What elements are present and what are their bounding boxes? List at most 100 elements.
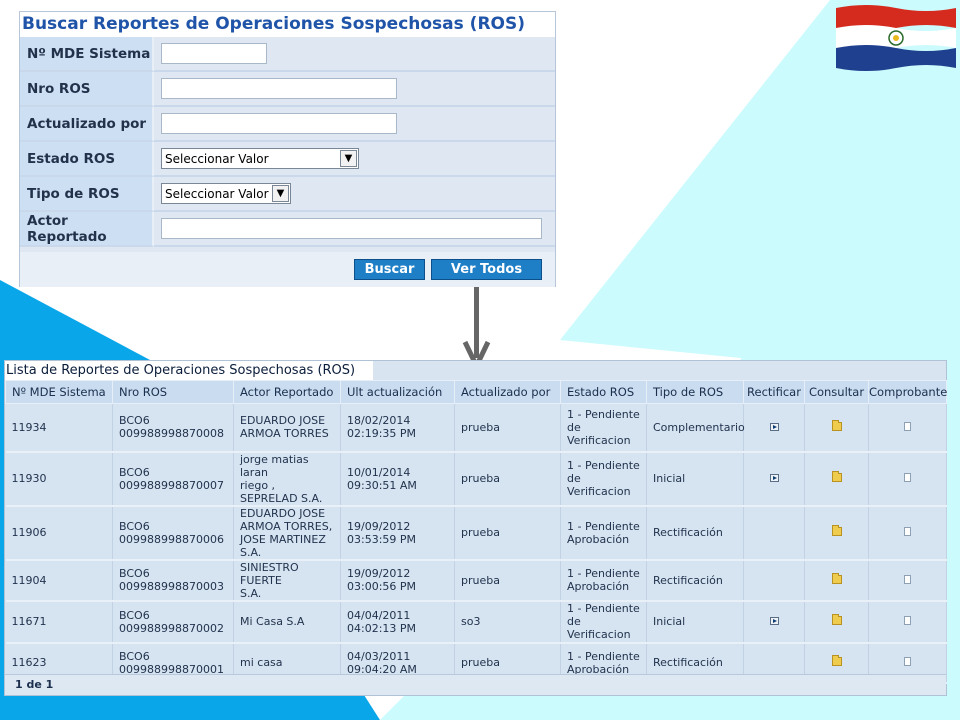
column-header[interactable]: Nro ROS [112, 380, 234, 404]
updated-by-cell-text: prueba [461, 656, 500, 669]
mde-cell-text: 11934 [11, 420, 47, 434]
updated-cell: 10/01/2014 09:30:51 AM [340, 451, 455, 507]
arrow-down-icon [462, 278, 491, 370]
actor-cell: Mi Casa S.A [233, 600, 341, 644]
column-header[interactable]: Nº MDE Sistema [5, 380, 113, 404]
tipo-cell-text: Inicial [653, 472, 686, 485]
updated-cell: 04/04/2011 04:02:13 PM [340, 600, 455, 644]
estado-cell: 1 - Pendiente de Verificacion [560, 600, 647, 644]
document-icon[interactable] [904, 657, 911, 666]
estado-label: Estado ROS [20, 142, 154, 177]
folder-icon[interactable] [831, 614, 842, 625]
column-header: Comprobante [868, 380, 947, 404]
mde-input[interactable] [161, 43, 267, 65]
nro-ros-cell-line: BCO6 [119, 649, 150, 663]
table-header: Nº MDE Sistema Nro ROS Actor Reportado U… [5, 380, 947, 404]
estado-cell: 1 - Pendiente de Verificacion [560, 403, 647, 453]
updated-cell: 19/09/2012 03:00:56 PM [340, 559, 455, 602]
actor-cell-line: S.A. [240, 586, 262, 600]
mde-cell: 11671 [5, 600, 113, 644]
results-panel: Lista de Reportes de Operaciones Sospech… [4, 360, 947, 696]
nro-ros-cell-line: 009988998870008 [119, 427, 224, 441]
folder-icon[interactable] [831, 572, 842, 584]
document-icon[interactable] [904, 574, 911, 584]
actor-cell-line: EDUARDO JOSE [240, 506, 326, 520]
updated-cell: 19/09/2012 03:53:59 PM [340, 505, 455, 561]
estado-cell-line: de [567, 472, 581, 485]
column-header[interactable]: Actor Reportado [233, 380, 341, 404]
table-row: 11671 BCO6 009988998870002 Mi Casa S.A 04/04… [5, 600, 947, 644]
tipo-cell: Complementario [646, 403, 745, 453]
tipo-select[interactable]: Seleccionar Valor ▼ [161, 183, 291, 204]
column-header[interactable]: Estado ROS [560, 380, 647, 404]
search-panel: Buscar Reportes de Operaciones Sospechos… [19, 11, 556, 287]
column-header[interactable]: Actualizado por [454, 380, 561, 404]
document-icon[interactable] [904, 421, 911, 431]
estado-cell-line: 1 - Pendiente [567, 567, 640, 580]
mde-cell-text: 11671 [11, 615, 47, 628]
actor-cell: EDUARDO JOSE ARMOA TORRES [233, 403, 341, 453]
document-icon[interactable] [904, 616, 911, 625]
updated-by-input[interactable] [161, 113, 397, 135]
folder-icon[interactable] [831, 419, 842, 431]
nro-ros-label: Nro ROS [20, 72, 154, 107]
nro-ros-cell-line: BCO6 [119, 567, 150, 580]
comprobante-cell [868, 451, 947, 507]
comprobante-cell [868, 559, 947, 602]
consultar-cell [804, 403, 869, 453]
mde-cell-text: 11623 [11, 656, 47, 669]
chevron-down-icon[interactable]: ▼ [272, 185, 289, 202]
estado-cell-line: de [567, 615, 581, 628]
nro-ros-cell-line: 009988998870006 [119, 532, 224, 546]
tipo-cell: Rectificación [646, 559, 744, 602]
updated-by-cell-text: prueba [461, 472, 500, 485]
folder-icon[interactable] [831, 655, 842, 666]
column-header[interactable]: Ult actualización [340, 380, 455, 404]
tipo-cell-text: Rectificación [653, 526, 723, 539]
column-header[interactable]: Tipo de ROS [646, 380, 744, 404]
search-button[interactable]: Buscar [354, 259, 425, 280]
table-row: 11904 BCO6 009988998870003 SINIESTRO FUERTE… [5, 559, 947, 602]
nro-ros-cell: BCO6 009988998870007 [112, 451, 234, 507]
rectify-arrow-icon[interactable] [769, 617, 779, 625]
view-all-button[interactable]: Ver Todos [431, 259, 542, 280]
nro-ros-input[interactable] [161, 78, 397, 100]
estado-cell: 1 - Pendiente Aprobación [560, 559, 647, 602]
nro-ros-cell-line: 009988998870002 [119, 621, 224, 635]
actor-cell-line: SINIESTRO FUERTE [240, 560, 299, 587]
search-actions: Buscar Ver Todos [20, 252, 555, 287]
estado-cell-line: Verificacion [567, 485, 631, 498]
rectify-arrow-icon[interactable] [769, 422, 779, 431]
nro-ros-cell-line: BCO6 [119, 414, 150, 428]
table-row: 11906 BCO6 009988998870006 EDUARDO JOSE ARMO… [5, 505, 947, 561]
estado-select[interactable]: Seleccionar Valor ▼ [161, 148, 359, 169]
actor-cell-line: jorge matias laran [240, 452, 309, 479]
folder-icon[interactable] [831, 471, 842, 482]
rectificar-cell [743, 505, 805, 561]
updated-by-label: Actualizado por [20, 107, 154, 142]
folder-icon[interactable] [831, 525, 842, 536]
comprobante-cell [868, 600, 947, 644]
document-icon[interactable] [904, 527, 911, 536]
estado-cell-line: Verificacion [567, 628, 631, 641]
mde-cell-text: 11906 [11, 526, 47, 539]
rectify-arrow-icon[interactable] [769, 474, 779, 482]
tipo-select-value: Seleccionar Valor [165, 186, 269, 201]
updated-by-cell: so3 [454, 600, 561, 644]
estado-cell: 1 - Pendiente de Verificacion [560, 451, 647, 507]
estado-select-value: Seleccionar Valor [165, 151, 269, 166]
actor-input[interactable] [161, 218, 542, 240]
updated-by-cell: prueba [454, 559, 561, 602]
estado-cell-line: Aprobación [567, 532, 630, 546]
document-icon[interactable] [904, 473, 911, 482]
actor-cell-line: ARMOA TORRES [240, 427, 329, 441]
mde-cell-text: 11930 [11, 472, 47, 485]
chevron-down-icon[interactable]: ▼ [340, 150, 357, 167]
search-title: Buscar Reportes de Operaciones Sospechos… [20, 12, 555, 37]
estado-cell-line: Aprobación [567, 580, 630, 593]
tipo-cell-text: Complementario [653, 420, 745, 434]
updated-cell-line: 03:00:56 PM [347, 580, 417, 593]
actor-cell-line: EDUARDO JOSE [240, 414, 326, 428]
actor-cell: SINIESTRO FUERTE S.A. [233, 559, 341, 602]
updated-cell-line: 04/04/2011 [347, 608, 411, 622]
